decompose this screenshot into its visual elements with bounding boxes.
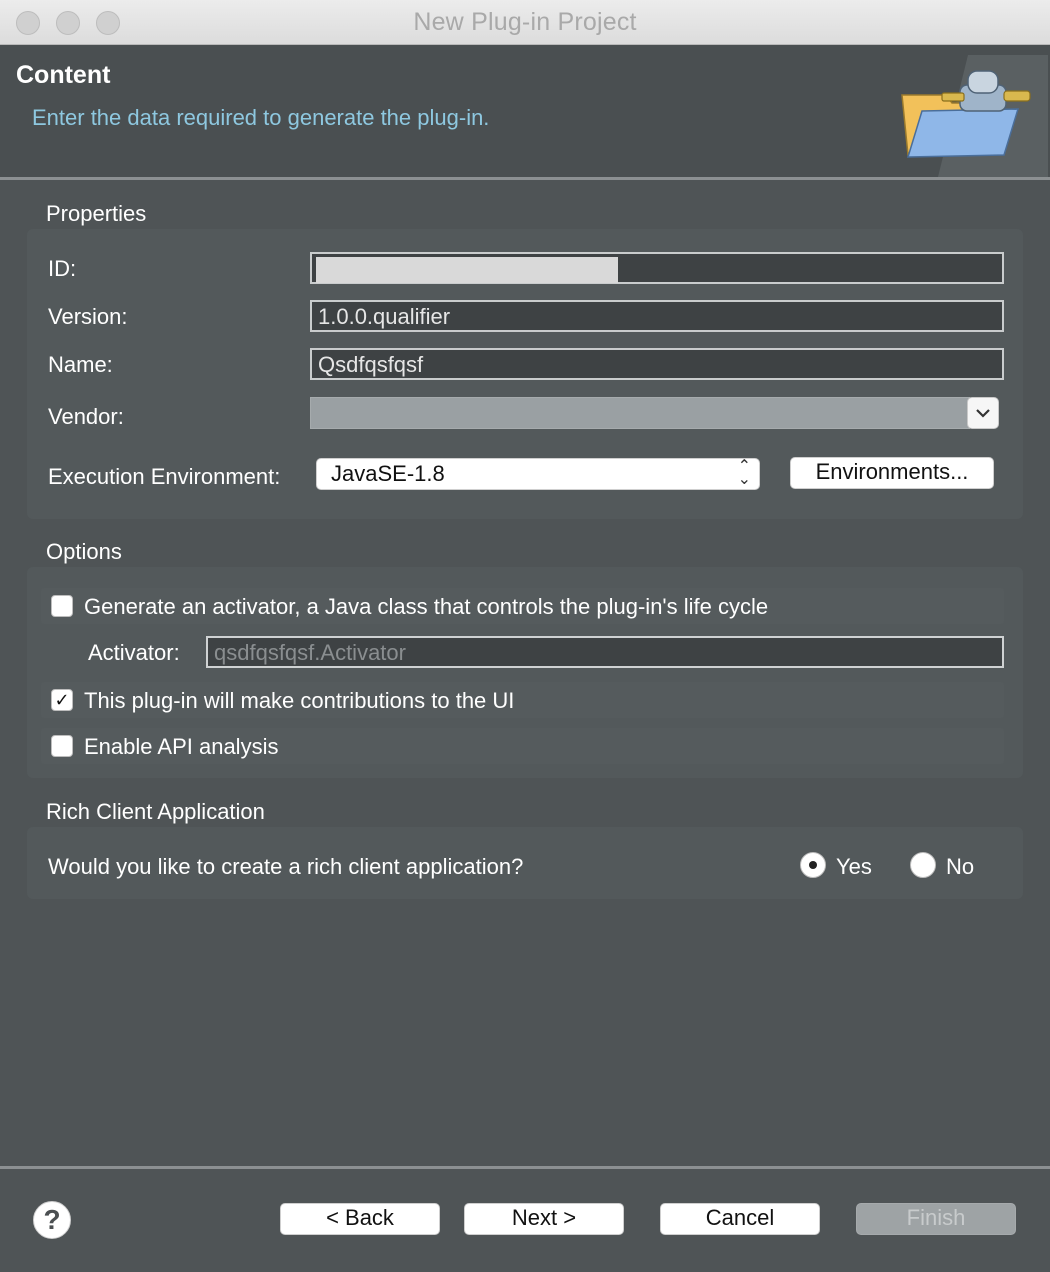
- generate-activator-checkbox[interactable]: [51, 595, 73, 617]
- title-bar: New Plug-in Project: [0, 0, 1050, 45]
- dialog-window: New Plug-in Project Content Enter the da…: [0, 0, 1050, 1272]
- vendor-combo[interactable]: [310, 397, 970, 429]
- options-section-label: Options: [46, 539, 122, 564]
- cancel-button[interactable]: Cancel: [660, 1203, 820, 1235]
- version-label: Version:: [48, 304, 128, 329]
- name-field[interactable]: Qsdfqsfqsf: [310, 348, 1004, 380]
- id-redacted-value: [316, 257, 618, 283]
- help-icon[interactable]: ?: [33, 1201, 71, 1239]
- ui-contributions-checkbox[interactable]: ✓: [51, 689, 73, 711]
- page-title: Content: [16, 61, 111, 89]
- wizard-banner: Content Enter the data required to gener…: [0, 45, 1050, 177]
- activator-field[interactable]: qsdfqsfqsf.Activator: [206, 636, 1004, 668]
- rca-section-label: Rich Client Application: [46, 799, 265, 824]
- rca-no-radio[interactable]: [910, 852, 936, 878]
- chevron-down-icon: [976, 409, 990, 418]
- id-label: ID:: [48, 256, 77, 281]
- version-field[interactable]: 1.0.0.qualifier: [310, 300, 1004, 332]
- execution-environment-select[interactable]: JavaSE-1.8 ⌃ ⌄: [316, 458, 760, 490]
- vendor-dropdown-button[interactable]: [967, 397, 999, 429]
- finish-button[interactable]: Finish: [856, 1203, 1016, 1235]
- next-button[interactable]: Next >: [464, 1203, 624, 1235]
- execution-environment-value: JavaSE-1.8: [331, 461, 445, 486]
- window-title: New Plug-in Project: [413, 8, 637, 36]
- rca-yes-radio[interactable]: [800, 852, 826, 878]
- api-analysis-checkbox[interactable]: [51, 735, 73, 757]
- api-analysis-label: Enable API analysis: [84, 734, 279, 759]
- back-button[interactable]: < Back: [280, 1203, 440, 1235]
- vendor-label: Vendor:: [48, 404, 124, 429]
- rca-no-label: No: [946, 854, 975, 879]
- activator-label: Activator:: [88, 640, 180, 665]
- page-description: Enter the data required to generate the …: [32, 105, 490, 130]
- rca-yes-label: Yes: [836, 854, 872, 879]
- name-label: Name:: [48, 352, 113, 377]
- ui-contributions-label: This plug-in will make contributions to …: [84, 688, 515, 713]
- plugin-folder-icon: [901, 55, 1048, 177]
- rca-question: Would you like to create a rich client a…: [48, 854, 524, 879]
- environments-button[interactable]: Environments...: [790, 457, 994, 489]
- execution-environment-label: Execution Environment:: [48, 464, 281, 489]
- generate-activator-label: Generate an activator, a Java class that…: [84, 594, 769, 619]
- properties-section-label: Properties: [46, 201, 147, 226]
- radio-selected-dot: [809, 861, 817, 869]
- up-down-arrows-icon: ⌃ ⌄: [737, 458, 751, 488]
- banner-divider: [0, 177, 1050, 180]
